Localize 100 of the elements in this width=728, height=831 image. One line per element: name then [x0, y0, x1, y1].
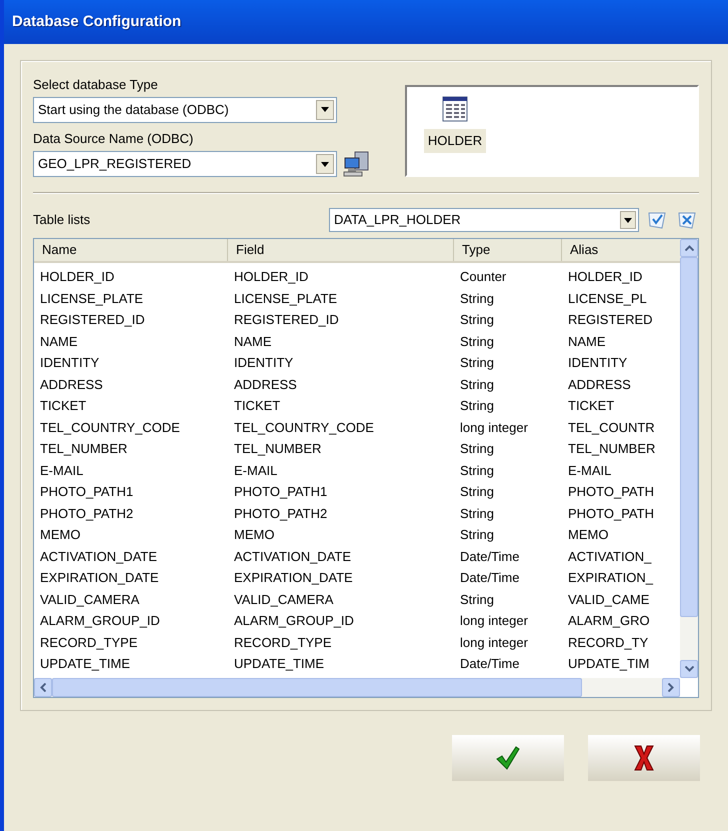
cross-icon [633, 744, 655, 772]
table-cell-text: E-MAIL [567, 462, 612, 480]
table-cell-text: REGISTERED_ID [233, 311, 340, 329]
table-cell-text: String [459, 290, 495, 308]
table-icon[interactable] [441, 95, 469, 123]
table-cell-text: HOLDER_ID [567, 268, 644, 286]
table-cell-text: LICENSE_PLATE [39, 290, 144, 308]
table-cell-text: String [459, 354, 495, 372]
table-cell-text: ACTIVATION_DATE [39, 548, 158, 566]
table-cell-text: String [459, 397, 495, 415]
table-cell-text: NAME [233, 332, 273, 350]
table-cell-text: ADDRESS [233, 376, 298, 394]
field-label: Select database Type [33, 76, 159, 94]
table-cell-text: NAME [567, 332, 607, 350]
table-cell-text: Date/Time [459, 548, 520, 566]
table-cell-text: EXPIRATION_ [567, 569, 654, 587]
table-cell-text: long integer [459, 612, 529, 630]
table-cell-text: String [459, 483, 495, 501]
column-header[interactable]: Alias [562, 239, 680, 261]
table-cell-text: TEL_COUNTRY_CODE [233, 418, 375, 437]
field-label: Table lists [33, 211, 92, 230]
dropdown-value: Start using the database (ODBC) [38, 100, 229, 119]
cancel-button[interactable] [588, 734, 700, 780]
table-cell-text: EXPIRATION_DATE [39, 569, 160, 587]
table-cell-text: PHOTO_PATH2 [39, 504, 134, 523]
scroll-down-icon[interactable] [680, 660, 698, 678]
table-cell-text: TEL_NUMBER [233, 440, 322, 458]
scroll-left-icon[interactable] [34, 678, 52, 696]
ok-button[interactable] [452, 734, 564, 780]
table-cell-text: TEL_COUNTRY_CODE [39, 418, 181, 437]
table-cell-text: VALID_CAMERA [39, 590, 140, 609]
table-cell-text: LICENSE_PLATE [233, 290, 338, 308]
table-cell-text: PHOTO_PATH1 [233, 483, 328, 501]
table-cell-text: REGISTERED [567, 311, 654, 329]
table-cell-text: VALID_CAME [567, 590, 650, 609]
table-cell-text: UPDATE_TIME [233, 655, 326, 673]
checkmark-icon [495, 744, 521, 770]
table-cell-text: VALID_CAMERA [233, 590, 334, 609]
table-cell-text: TEL_NUMBER [567, 440, 656, 458]
table-cell-text: UPDATE_TIME [39, 655, 132, 673]
scrollbar-thumb[interactable] [680, 257, 698, 617]
table-cell-text: ALARM_GROUP_ID [233, 612, 355, 630]
column-header[interactable]: Type [454, 239, 562, 261]
table-cell-text: String [459, 590, 495, 609]
table-cell-text: String [459, 311, 495, 329]
table-cell-text: ALARM_GRO [567, 612, 651, 630]
table-cell-text: TICKET [233, 397, 282, 415]
table-cell-text: E-MAIL [233, 462, 278, 480]
table-cell-text: IDENTITY [233, 354, 294, 372]
table-cell-text: String [459, 504, 495, 523]
table-cell-text: TEL_COUNTR [567, 418, 656, 437]
database-type-dropdown[interactable]: Start using the database (ODBC) [33, 96, 337, 122]
table-cell-text: E-MAIL [39, 462, 84, 480]
column-header[interactable]: Name [34, 239, 228, 261]
scrollbar-thumb[interactable] [52, 678, 582, 696]
table-cell-text: String [459, 332, 495, 351]
table-cell-text: Counter [459, 268, 508, 286]
table-cell-text: HOLDER_ID [39, 268, 116, 286]
field-label: Data Source Name (ODBC) [33, 130, 194, 148]
table-cell-text: RECORD_TY [567, 634, 650, 652]
table-cell-text: LICENSE_PL [567, 290, 648, 308]
table-cell-text: long integer [459, 418, 529, 437]
table-cell-text: EXPIRATION_DATE [233, 569, 354, 587]
window-title: Database Configuration [12, 12, 182, 32]
table-cell-text: PHOTO_PATH1 [39, 483, 134, 501]
network-computers-icon[interactable] [343, 150, 371, 178]
table-cell-text: ADDRESS [567, 376, 632, 394]
table-cell-text: MEMO [233, 526, 276, 544]
table-cell-text: long integer [459, 634, 529, 652]
horizontal-scrollbar[interactable] [34, 678, 680, 696]
table-cell-text: Date/Time [459, 655, 520, 673]
data-source-dropdown[interactable]: GEO_LPR_REGISTERED [33, 151, 337, 177]
table-cell-text: MEMO [39, 526, 82, 544]
table-cell-text: IDENTITY [39, 354, 100, 372]
table-cell-text: String [459, 440, 495, 458]
table-cell-text: ADDRESS [39, 376, 104, 394]
table-cell-text: TEL_NUMBER [39, 440, 128, 458]
table-cell-text: HOLDER_ID [233, 268, 310, 286]
table-cell-text: UPDATE_TIM [567, 655, 650, 673]
table-cell-text: PHOTO_PATH [567, 483, 655, 501]
table-cell-text: TICKET [39, 397, 88, 415]
table-cell-text: ACTIVATION_ [567, 548, 652, 566]
table-list-dropdown[interactable]: DATA_LPR_HOLDER [329, 208, 639, 232]
table-cell-text: ALARM_GROUP_ID [39, 612, 161, 630]
table-cell-text: REGISTERED_ID [39, 311, 146, 329]
table-cell-text: ACTIVATION_DATE [233, 548, 352, 566]
column-header[interactable]: Field [228, 239, 454, 261]
table-cell-text: RECORD_TYPE [233, 634, 333, 652]
table-cell-text: MEMO [567, 526, 610, 544]
scroll-up-icon[interactable] [680, 239, 698, 257]
table-item-label[interactable]: HOLDER [424, 129, 486, 152]
table-cell-text: NAME [39, 332, 79, 350]
vertical-scrollbar[interactable] [680, 239, 698, 678]
table-cell-text: IDENTITY [567, 354, 628, 372]
scroll-right-icon[interactable] [662, 678, 680, 696]
table-cell-text: PHOTO_PATH [567, 504, 655, 523]
table-cell-text: String [459, 462, 495, 480]
table-cell-text: RECORD_TYPE [39, 634, 139, 652]
table-cell-text: Date/Time [459, 569, 520, 587]
table-cell-text: PHOTO_PATH2 [233, 504, 328, 523]
